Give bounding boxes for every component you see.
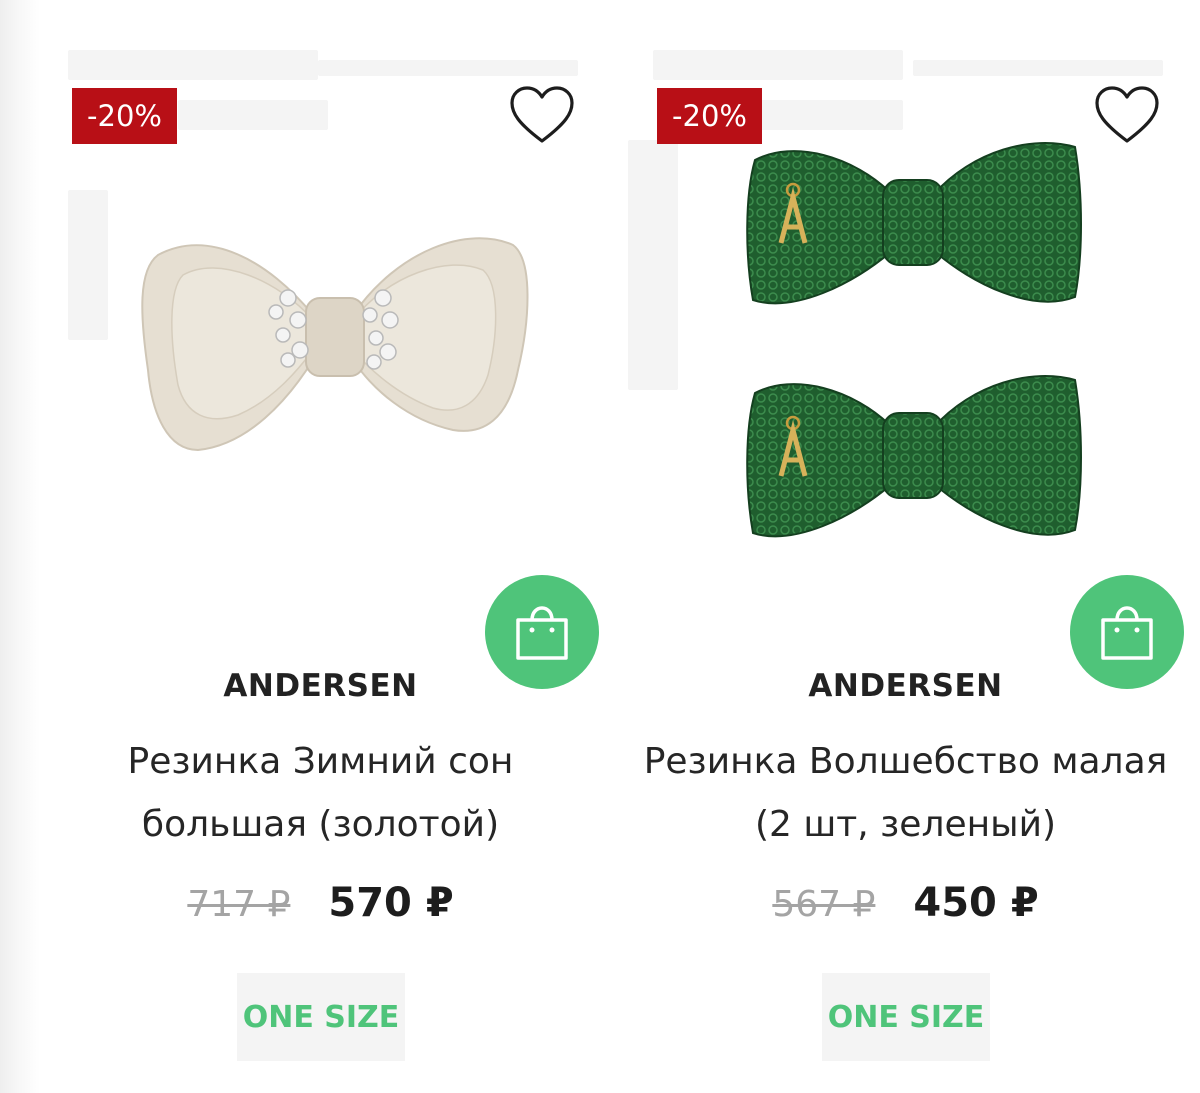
bow-image bbox=[746, 142, 1082, 305]
brand-name: ANDERSEN bbox=[808, 668, 1003, 704]
shopping-bag-icon bbox=[516, 606, 568, 660]
heart-icon[interactable] bbox=[1093, 85, 1161, 147]
heart-icon[interactable] bbox=[508, 85, 576, 147]
new-price: 570 ₽ bbox=[328, 880, 454, 926]
size-option[interactable]: ONE SIZE bbox=[237, 973, 405, 1061]
product-grid: -20% ANDERSEN Резинка Зимний сон большая… bbox=[0, 0, 1200, 1093]
product-name[interactable]: Резинка Волшебство малая (2 шт, зеленый) bbox=[613, 730, 1198, 856]
bow-image bbox=[141, 237, 529, 452]
old-price: 717 ₽ bbox=[187, 884, 291, 925]
shopping-bag-icon bbox=[1101, 606, 1153, 660]
brand-name: ANDERSEN bbox=[223, 668, 418, 704]
product-card[interactable]: -20% ANDERSEN Резинка Зимний сон большая… bbox=[28, 0, 613, 1093]
price-row: 717 ₽ 570 ₽ bbox=[28, 880, 613, 926]
discount-badge: -20% bbox=[72, 88, 177, 144]
bow-image bbox=[746, 375, 1082, 538]
size-option[interactable]: ONE SIZE bbox=[822, 973, 990, 1061]
product-name[interactable]: Резинка Зимний сон большая (золотой) bbox=[28, 730, 613, 856]
new-price: 450 ₽ bbox=[913, 880, 1039, 926]
product-card[interactable]: -20% ANDERSEN Резинка Волшебство малая (… bbox=[613, 0, 1198, 1093]
old-price: 567 ₽ bbox=[772, 884, 876, 925]
price-row: 567 ₽ 450 ₽ bbox=[613, 880, 1198, 926]
